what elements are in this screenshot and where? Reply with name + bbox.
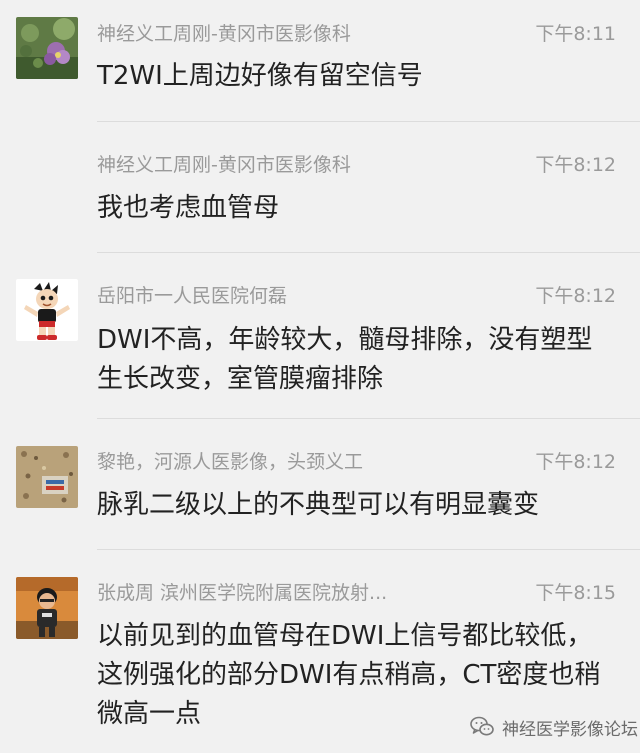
message-time: 下午8:15 xyxy=(535,582,616,604)
sender-name: 岳阳市一人民医院何磊 xyxy=(97,285,288,307)
sender-name: 神经义工周刚-黄冈市医影像科 xyxy=(97,23,351,45)
message-time: 下午8:12 xyxy=(535,451,616,473)
child-photo-avatar xyxy=(16,577,78,639)
sender-name: 神经义工周刚-黄冈市医影像科 xyxy=(97,154,351,176)
sender-name: 黎艳，河源人医影像，头颈义工 xyxy=(97,451,364,473)
message-text: 我也考虑血管母 xyxy=(97,193,280,223)
message-item: 岳阳市一人民医院何磊 下午8:12 DWI不高，年龄较大，髓母排除，没有塑型生长… xyxy=(0,253,640,419)
watermark-text: 神经医学影像论坛 xyxy=(502,719,638,740)
message-time: 下午8:11 xyxy=(535,23,616,45)
sender-avatar[interactable] xyxy=(16,279,78,341)
message-item: 神经义工周刚-黄冈市医影像科 下午8:12 我也考虑血管母 xyxy=(0,122,640,253)
message-text: 脉乳二级以上的不典型可以有明显囊变 xyxy=(97,490,540,520)
watermark: 神经医学影像论坛 xyxy=(470,713,638,741)
chat-message-list: 神经义工周刚-黄冈市医影像科 下午8:11 T2WI上周边好像有留空信号 神经义… xyxy=(0,0,640,753)
message-item: 神经义工周刚-黄冈市医影像科 下午8:11 T2WI上周边好像有留空信号 xyxy=(0,0,640,122)
message-text: DWI不高，年龄较大，髓母排除，没有塑型生长改变，室管膜瘤排除 xyxy=(97,325,593,394)
sender-name: 张成周 滨州医学院附属医院放射... xyxy=(97,582,388,604)
sender-avatar[interactable] xyxy=(16,577,78,639)
flower-photo-avatar xyxy=(16,17,78,79)
message-text: T2WI上周边好像有留空信号 xyxy=(97,61,423,91)
message-time: 下午8:12 xyxy=(535,154,616,176)
painting-photo-avatar xyxy=(16,446,78,508)
sender-avatar[interactable] xyxy=(16,446,78,508)
sender-avatar[interactable] xyxy=(16,17,78,79)
wechat-chat-icon xyxy=(470,716,494,736)
message-time: 下午8:12 xyxy=(535,285,616,307)
message-item: 黎艳，河源人医影像，头颈义工 下午8:12 脉乳二级以上的不典型可以有明显囊变 xyxy=(0,419,640,550)
cartoon-robot-avatar xyxy=(16,279,78,341)
